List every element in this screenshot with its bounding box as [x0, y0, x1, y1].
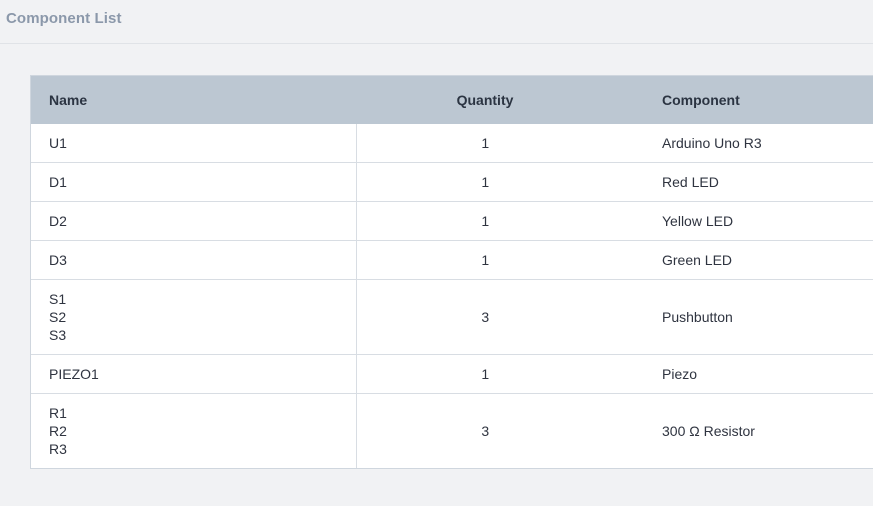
cell-quantity: 1 [356, 354, 614, 394]
cell-name: S1 S2 S3 [31, 279, 357, 355]
page-header: Component List [0, 0, 873, 44]
component-table-container: Name Quantity Component U1 1 Arduino Uno R… [30, 75, 873, 469]
column-header-component[interactable]: Component [614, 76, 873, 124]
designator: S3 [49, 327, 67, 343]
designator: D2 [49, 213, 67, 229]
cell-name: D1 [31, 162, 357, 202]
cell-component: Arduino Uno R3 [662, 135, 762, 151]
cell-quantity: 1 [356, 240, 614, 280]
page-title: Component List [6, 10, 122, 27]
designator: PIEZO1 [49, 366, 99, 382]
table-row: D1 1 Red LED [31, 162, 873, 202]
table-header-row: Name Quantity Component [31, 76, 873, 124]
designator: D1 [49, 174, 67, 190]
cell-quantity: 1 [481, 135, 490, 151]
cell-component: Piezo [614, 354, 873, 394]
cell-component: 300 Ω Resistor [614, 393, 873, 468]
cell-component: Green LED [614, 240, 873, 280]
table-row: R1 R2 R3 3 300 Ω Resistor [31, 393, 873, 468]
cell-quantity: 3 [356, 393, 614, 468]
table-row: U1 1 Arduino Uno R3 [31, 124, 873, 163]
designator: U1 [49, 135, 67, 151]
table-row: PIEZO1 1 Piezo [31, 354, 873, 394]
cell-name: R1 R2 R3 [31, 393, 357, 468]
table-row: S1 S2 S3 3 Pushbutton [31, 279, 873, 355]
cell-quantity: 1 [356, 162, 614, 202]
column-header-quantity[interactable]: Quantity [356, 76, 614, 124]
designator: R1 [49, 405, 67, 421]
cell-quantity: 3 [356, 279, 614, 355]
designator: S1 [49, 291, 67, 307]
cell-name: D2 [31, 201, 357, 241]
cell-name: U1 [31, 124, 357, 163]
cell-name: PIEZO1 [31, 354, 357, 394]
cell-name: D3 [31, 240, 357, 280]
table-header: Name Quantity Component [31, 76, 873, 124]
component-table: Name Quantity Component U1 1 Arduino Uno R… [31, 76, 873, 468]
designator: R3 [49, 441, 67, 457]
designator: R2 [49, 423, 67, 439]
cell-quantity: 1 [356, 201, 614, 241]
cell-component: Pushbutton [614, 279, 873, 355]
designator: D3 [49, 252, 67, 268]
column-header-name[interactable]: Name [31, 76, 356, 124]
designator: S2 [49, 309, 67, 325]
table-body: U1 1 Arduino Uno R3 D1 1 Red LED D2 1 Yellow LED… [31, 124, 873, 468]
table-row: D2 1 Yellow LED [31, 201, 873, 241]
cell-component: Red LED [614, 162, 873, 202]
cell-component: Yellow LED [614, 201, 873, 241]
table-row: D3 1 Green LED [31, 240, 873, 280]
